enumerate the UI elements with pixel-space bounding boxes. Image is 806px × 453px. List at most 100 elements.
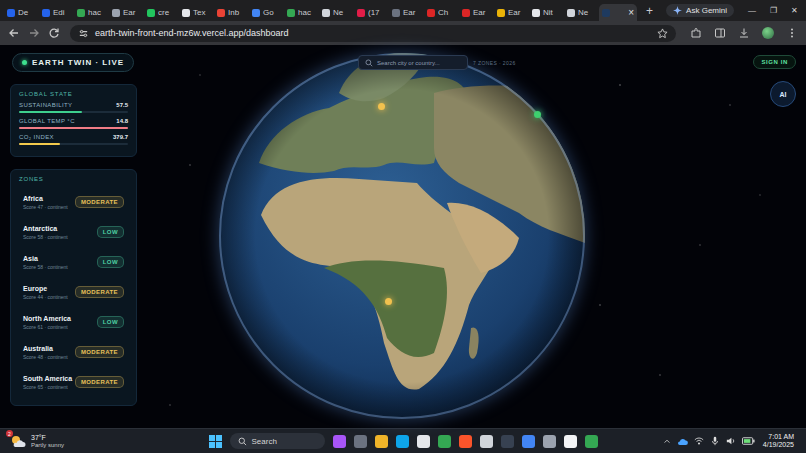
metric-fill [19,127,128,129]
favicon-icon [42,9,50,17]
tab-label: Ne [578,8,588,17]
zones-panel: ZONESAfricaScore 47 · continentMODERATEA… [10,169,137,406]
taskbar-app-icon[interactable] [480,435,493,448]
tab-label: Ch [438,8,448,17]
browser-tab[interactable]: Ne [564,4,598,21]
chevron-up-icon[interactable] [663,437,671,445]
zone-row[interactable]: AfricaScore 47 · continentMODERATE [19,187,128,217]
search-field[interactable]: Search city or country... [358,55,468,70]
zone-row[interactable]: AntarcticaScore 58 · continentLOW [19,217,128,247]
tab-label: Ne [333,8,343,17]
risk-badge: LOW [97,316,124,328]
tab-label: Inb [228,8,239,17]
wifi-icon[interactable] [694,436,704,446]
taskbar-app-icon[interactable] [585,435,598,448]
toolbar [684,27,798,39]
zone-marker[interactable] [378,103,385,110]
tab-label: (17 [368,8,380,17]
zone-row[interactable]: AsiaScore 58 · continentLOW [19,247,128,277]
browser-tab[interactable]: Ear [494,4,528,21]
browser-tab[interactable]: De [4,4,38,21]
taskbar-app-icon[interactable] [354,435,367,448]
taskbar-app-icon[interactable] [417,435,430,448]
zone-marker[interactable] [385,298,392,305]
cloud-icon[interactable] [677,437,688,446]
weather-widget[interactable]: 237°FPartly sunny [6,434,209,448]
windows-start-icon[interactable] [209,435,222,448]
site-info-icon[interactable] [78,28,89,39]
browser-tab[interactable]: Ear [459,4,493,21]
browser-tab[interactable]: Go [249,4,283,21]
url-field[interactable]: earth-twin-front-end-mz6w.vercel.app/das… [70,25,676,42]
back-arrow-icon[interactable] [8,27,20,39]
zone-marker[interactable] [534,111,541,118]
risk-badge: LOW [97,256,124,268]
zone-row[interactable]: AustraliaScore 48 · continentMODERATE [19,337,128,367]
browser-tab[interactable]: Tex [179,4,213,21]
taskbar-app-icon[interactable] [564,435,577,448]
taskbar-app-icon[interactable] [396,435,409,448]
taskbar-app-icon[interactable] [522,435,535,448]
right-column: SIGN IN AI [657,45,806,428]
tab-close-button[interactable]: × [628,8,634,18]
ask-gemini-button[interactable]: Ask Gemini [666,4,734,17]
browser-tab[interactable]: Edi [39,4,73,21]
browser-tab[interactable]: Ch [424,4,458,21]
taskbar-app-icon[interactable] [375,435,388,448]
metric-value: 57.5 [116,102,128,108]
speaker-icon[interactable] [726,436,736,446]
screen: DeEdihacEarcreTexInbGohacNe(17EarChEarEa… [0,0,806,453]
browser-tab[interactable]: (17 [354,4,388,21]
metric-track [19,143,128,145]
browser-tab[interactable]: Inb [214,4,248,21]
browser-tab[interactable]: × [599,4,637,21]
metric-fill [19,143,60,145]
download-icon[interactable] [738,27,750,39]
reload-icon[interactable] [48,27,60,39]
taskbar-app-icon[interactable] [543,435,556,448]
taskbar-search[interactable]: Search [230,433,325,449]
bookmark-star-icon[interactable] [657,28,668,39]
browser-tab[interactable]: Ear [109,4,143,21]
forward-arrow-icon[interactable] [28,27,40,39]
metric: SUSTAINABILITY57.5 [19,102,128,113]
browser-tab[interactable]: cre [144,4,178,21]
browser-tab[interactable]: hac [74,4,108,21]
favicon-icon [462,9,470,17]
zone-row[interactable]: North AmericaScore 61 · continentLOW [19,307,128,337]
window-control-button[interactable]: ❐ [770,6,777,15]
sidebar-icon[interactable] [714,27,726,39]
browser-tab[interactable]: Ne [319,4,353,21]
globe[interactable] [219,53,585,419]
zone-row[interactable]: EuropeScore 44 · continentMODERATE [19,277,128,307]
favicon-icon [182,9,190,17]
new-tab-button[interactable]: + [646,5,653,17]
browser-tab[interactable]: Ear [389,4,423,21]
risk-badge: MODERATE [75,376,124,388]
zone-detail: Score 58 · continent [23,264,68,270]
menu-icon[interactable] [786,27,798,39]
microphone-icon[interactable] [710,436,720,446]
taskbar-app-icon[interactable] [438,435,451,448]
window-control-button[interactable]: — [748,6,756,15]
clock[interactable]: 7:01 AM4/19/2025 [763,433,794,449]
panel-title: ZONES [19,176,128,182]
weather-condition: Partly sunny [31,442,64,449]
browser-tab[interactable]: Nit [529,4,563,21]
profile-avatar-icon[interactable] [762,27,774,39]
taskbar-app-icon[interactable] [459,435,472,448]
zone-detail: Score 48 · continent [23,354,68,360]
search-icon [238,437,247,446]
zone-row[interactable]: South AmericaScore 65 · continentMODERAT… [19,367,128,397]
taskbar-app-icon[interactable] [333,435,346,448]
metric-label: CO₂ INDEX [19,134,54,140]
sun-cloud-icon [10,434,26,448]
window-control-button[interactable]: ✕ [791,6,798,15]
extensions-icon[interactable] [690,27,702,39]
taskbar-app-icon[interactable] [501,435,514,448]
ask-gemini-label: Ask Gemini [686,6,727,15]
ai-button[interactable]: AI [770,81,796,107]
browser-tab[interactable]: hac [284,4,318,21]
battery-icon[interactable] [742,437,755,445]
sign-in-button[interactable]: SIGN IN [753,55,796,69]
